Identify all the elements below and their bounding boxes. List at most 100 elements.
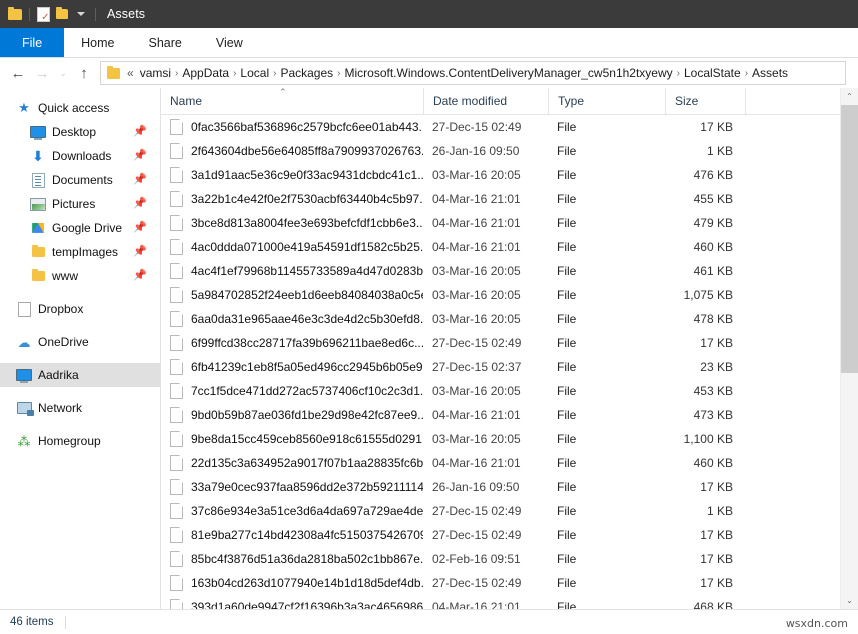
- address-bar: ← → ⌄ ↑ « vamsi › AppData › Local › Pack…: [0, 58, 858, 88]
- pin-icon[interactable]: 📌: [133, 271, 147, 282]
- sidebar-item-downloads[interactable]: ⬇ Downloads 📌: [0, 144, 160, 168]
- table-row[interactable]: 2f643604dbe56e64085ff8a7909937026763...2…: [161, 139, 840, 163]
- sidebar-item-desktop[interactable]: Desktop 📌: [0, 120, 160, 144]
- sidebar-item-tempimages[interactable]: tempImages 📌: [0, 240, 160, 264]
- tab-view[interactable]: View: [199, 28, 260, 57]
- scroll-down-icon[interactable]: ⌄: [841, 592, 858, 609]
- breadcrumb-item-vamsi[interactable]: vamsi: [137, 66, 174, 80]
- scrollbar-thumb[interactable]: [841, 105, 858, 373]
- sidebar-item-www[interactable]: www 📌: [0, 264, 160, 288]
- column-header-date-modified[interactable]: Date modified: [423, 88, 548, 114]
- pin-icon[interactable]: 📌: [133, 127, 147, 138]
- breadcrumb-item-localstate[interactable]: LocalState: [681, 66, 744, 80]
- file-name-cell[interactable]: 3a22b1c4e42f0e2f7530acbf63440b4c5b97...: [161, 191, 423, 207]
- pin-icon[interactable]: 📌: [133, 223, 147, 234]
- table-row[interactable]: 5a984702852f24eeb1d6eeb84084038a0c5e...0…: [161, 283, 840, 307]
- sidebar-item-documents[interactable]: Documents 📌: [0, 168, 160, 192]
- recent-locations-button[interactable]: ⌄: [54, 61, 72, 85]
- breadcrumb-item-assets[interactable]: Assets: [749, 66, 791, 80]
- table-row[interactable]: 7cc1f5dce471dd272ac5737406cf10c2c3d1...0…: [161, 379, 840, 403]
- table-row[interactable]: 393d1a60de9947cf2f16396b3a3ac4656986...0…: [161, 595, 840, 609]
- file-name-cell[interactable]: 33a79e0cec937faa8596dd2e372b59211114...: [161, 479, 423, 495]
- file-name-cell[interactable]: 37c86e934e3a51ce3d6a4da697a729ae4de...: [161, 503, 423, 519]
- file-type-cell: File: [548, 480, 665, 494]
- vertical-scrollbar[interactable]: ⌃ ⌄: [840, 88, 858, 609]
- table-row[interactable]: 6aa0da31e965aae46e3c3de4d2c5b30efd8...03…: [161, 307, 840, 331]
- file-name-cell[interactable]: 6f99ffcd38cc28717fa39b696211bae8ed6c...: [161, 335, 423, 351]
- table-row[interactable]: 9be8da15cc459ceb8560e918c61555d0291...03…: [161, 427, 840, 451]
- file-date-cell: 03-Mar-16 20:05: [423, 432, 548, 446]
- pin-icon[interactable]: 📌: [133, 247, 147, 258]
- file-name-cell[interactable]: 0fac3566baf536896c2579bcfc6ee01ab443...: [161, 119, 423, 135]
- file-name-cell[interactable]: 3a1d91aac5e36c9e0f33ac9431dcbdc41c1...: [161, 167, 423, 183]
- table-row[interactable]: 6f99ffcd38cc28717fa39b696211bae8ed6c...2…: [161, 331, 840, 355]
- column-header-name[interactable]: Name ⌃: [161, 88, 423, 114]
- file-name-cell[interactable]: 6fb41239c1eb8f5a05ed496cc2945b6b05e9...: [161, 359, 423, 375]
- forward-button[interactable]: →: [30, 61, 54, 85]
- file-name-cell[interactable]: 6aa0da31e965aae46e3c3de4d2c5b30efd8...: [161, 311, 423, 327]
- table-row[interactable]: 33a79e0cec937faa8596dd2e372b59211114...2…: [161, 475, 840, 499]
- sidebar-item-pictures[interactable]: Pictures 📌: [0, 192, 160, 216]
- table-row[interactable]: 0fac3566baf536896c2579bcfc6ee01ab443...2…: [161, 115, 840, 139]
- table-row[interactable]: 85bc4f3876d51a36da2818ba502c1bb867e...02…: [161, 547, 840, 571]
- table-row[interactable]: 22d135c3a634952a9017f07b1aa28835fc6b...0…: [161, 451, 840, 475]
- file-name-cell[interactable]: 5a984702852f24eeb1d6eeb84084038a0c5e...: [161, 287, 423, 303]
- back-button[interactable]: ←: [6, 61, 30, 85]
- sidebar-item-onedrive[interactable]: ☁ OneDrive: [0, 330, 160, 354]
- sidebar-item-homegroup[interactable]: ⁂ Homegroup: [0, 429, 160, 453]
- column-header-type[interactable]: Type: [548, 88, 665, 114]
- table-row[interactable]: 3a22b1c4e42f0e2f7530acbf63440b4c5b97...0…: [161, 187, 840, 211]
- properties-document-check-icon[interactable]: [34, 3, 52, 25]
- breadcrumb[interactable]: « vamsi › AppData › Local › Packages › M…: [100, 61, 846, 85]
- table-row[interactable]: 4ac4f1ef79968b11455733589a4d47d0283b...0…: [161, 259, 840, 283]
- breadcrumb-item-packages[interactable]: Packages: [277, 66, 336, 80]
- table-row[interactable]: 163b04cd263d1077940e14b1d18d5def4db...27…: [161, 571, 840, 595]
- scroll-up-icon[interactable]: ⌃: [841, 88, 858, 105]
- tab-home[interactable]: Home: [64, 28, 131, 57]
- file-name-cell[interactable]: 163b04cd263d1077940e14b1d18d5def4db...: [161, 575, 423, 591]
- table-row[interactable]: 3a1d91aac5e36c9e0f33ac9431dcbdc41c1...03…: [161, 163, 840, 187]
- breadcrumb-overflow[interactable]: «: [124, 66, 137, 80]
- file-name-cell[interactable]: 393d1a60de9947cf2f16396b3a3ac4656986...: [161, 599, 423, 609]
- breadcrumb-item-local[interactable]: Local: [237, 66, 272, 80]
- file-name-label: 81e9ba277c14bd42308a4fc5150375426709...: [191, 528, 423, 542]
- file-name-cell[interactable]: 7cc1f5dce471dd272ac5737406cf10c2c3d1...: [161, 383, 423, 399]
- sidebar-item-network[interactable]: Network: [0, 396, 160, 420]
- column-header-empty[interactable]: [745, 88, 840, 114]
- sidebar-item-quick-access[interactable]: ★ Quick access: [0, 96, 160, 120]
- pin-icon[interactable]: 📌: [133, 151, 147, 162]
- column-header-size[interactable]: Size: [665, 88, 745, 114]
- breadcrumb-item-appdata[interactable]: AppData: [179, 66, 232, 80]
- table-row[interactable]: 6fb41239c1eb8f5a05ed496cc2945b6b05e9...2…: [161, 355, 840, 379]
- file-name-cell[interactable]: 2f643604dbe56e64085ff8a7909937026763...: [161, 143, 423, 159]
- pin-icon[interactable]: 📌: [133, 199, 147, 210]
- sidebar-item-aadrika[interactable]: Aadrika: [0, 363, 160, 387]
- file-name-cell[interactable]: 3bce8d813a8004fee3e693befcfdf1cbb6e3...: [161, 215, 423, 231]
- breadcrumb-item-contentdeliverymanager[interactable]: Microsoft.Windows.ContentDeliveryManager…: [342, 66, 676, 80]
- file-name-cell[interactable]: 4ac4f1ef79968b11455733589a4d47d0283b...: [161, 263, 423, 279]
- new-folder-icon[interactable]: [53, 3, 71, 25]
- table-row[interactable]: 81e9ba277c14bd42308a4fc5150375426709...2…: [161, 523, 840, 547]
- scrollbar-track[interactable]: [841, 105, 858, 592]
- up-button[interactable]: ↑: [72, 61, 96, 85]
- tab-share[interactable]: Share: [132, 28, 199, 57]
- file-name-cell[interactable]: 9be8da15cc459ceb8560e918c61555d0291...: [161, 431, 423, 447]
- sidebar-item-google-drive[interactable]: Google Drive 📌: [0, 216, 160, 240]
- file-icon: [170, 311, 183, 327]
- file-name-cell[interactable]: 4ac0ddda071000e419a54591df1582c5b25...: [161, 239, 423, 255]
- file-name-cell[interactable]: 9bd0b59b87ae036fd1be29d98e42fc87ee9...: [161, 407, 423, 423]
- file-date-cell: 04-Mar-16 21:01: [423, 456, 548, 470]
- table-row[interactable]: 9bd0b59b87ae036fd1be29d98e42fc87ee9...04…: [161, 403, 840, 427]
- file-name-cell[interactable]: 85bc4f3876d51a36da2818ba502c1bb867e...: [161, 551, 423, 567]
- sidebar-item-label: Pictures: [52, 197, 95, 211]
- table-row[interactable]: 4ac0ddda071000e419a54591df1582c5b25...04…: [161, 235, 840, 259]
- customize-chevron-down-icon[interactable]: [72, 3, 90, 25]
- quick-access-folder-icon[interactable]: [6, 3, 24, 25]
- file-name-cell[interactable]: 81e9ba277c14bd42308a4fc5150375426709...: [161, 527, 423, 543]
- table-row[interactable]: 3bce8d813a8004fee3e693befcfdf1cbb6e3...0…: [161, 211, 840, 235]
- pin-icon[interactable]: 📌: [133, 175, 147, 186]
- table-row[interactable]: 37c86e934e3a51ce3d6a4da697a729ae4de...27…: [161, 499, 840, 523]
- file-name-cell[interactable]: 22d135c3a634952a9017f07b1aa28835fc6b...: [161, 455, 423, 471]
- tab-file[interactable]: File: [0, 28, 64, 57]
- sidebar-item-dropbox[interactable]: Dropbox: [0, 297, 160, 321]
